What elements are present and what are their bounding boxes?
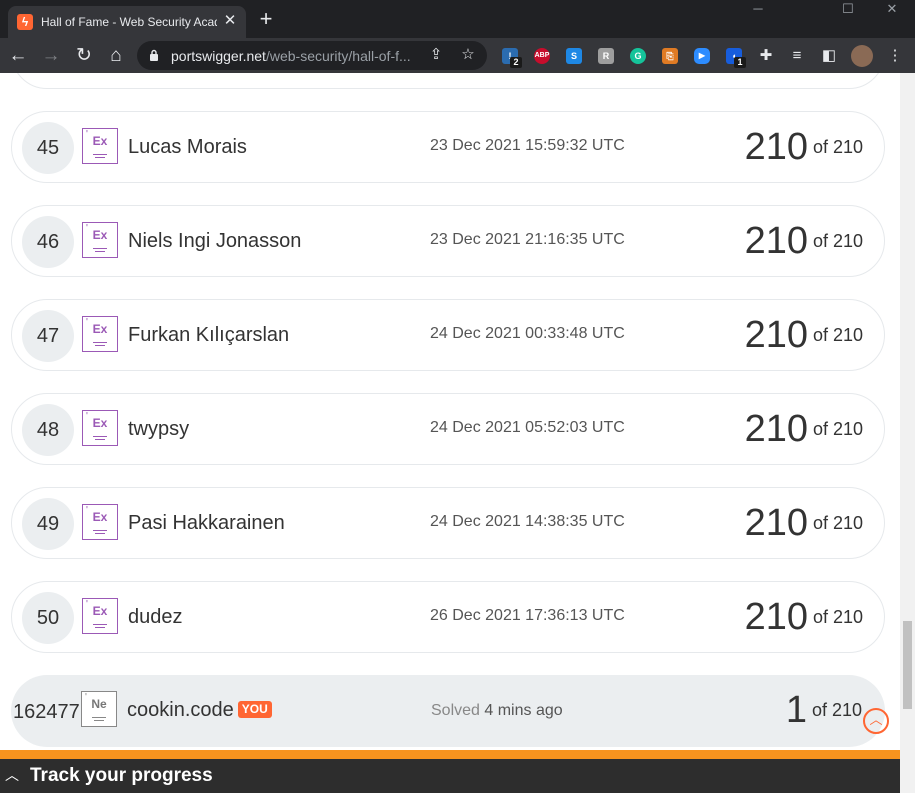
share-icon[interactable]: ⇪ xyxy=(427,46,445,64)
portswigger-logo-icon: ϟ xyxy=(17,14,33,30)
rank-number: 45 xyxy=(22,122,74,174)
menu-kebab-icon[interactable]: ⋮ xyxy=(886,47,904,65)
user-name[interactable]: dudez xyxy=(128,605,183,629)
score-value: 210 xyxy=(744,596,808,638)
track-progress-panel[interactable]: ︿ Track your progress xyxy=(0,750,900,793)
home-icon[interactable]: ⌂ xyxy=(104,44,128,68)
address-bar[interactable]: portswigger.net/web-security/hall-of-f..… xyxy=(137,41,487,70)
side-panel-icon[interactable]: ◧ xyxy=(820,47,838,65)
completion-date: 24 Dec 2021 14:38:35 UTC xyxy=(430,513,625,530)
minimize-button[interactable]: ─ xyxy=(735,0,781,20)
user-name[interactable]: Furkan Kılıçarslan xyxy=(128,323,289,347)
close-tab-icon[interactable]: ✕ xyxy=(222,13,238,29)
rank-number: 48 xyxy=(22,404,74,456)
maximize-button[interactable]: ☐ xyxy=(825,0,871,20)
rank-number: 47 xyxy=(22,310,74,362)
score-value: 210 xyxy=(744,126,808,168)
current-user-rank: 162477 xyxy=(13,701,80,723)
bookmark-star-icon[interactable]: ☆ xyxy=(459,46,477,64)
expert-badge-icon: ' Ex xyxy=(82,222,118,258)
score-total: of 210 xyxy=(813,419,864,439)
adblock-plus-icon[interactable]: ABP xyxy=(534,48,550,64)
new-tab-button[interactable]: + xyxy=(256,8,276,30)
score-total: of 210 xyxy=(813,137,864,157)
track-progress-label[interactable]: Track your progress xyxy=(30,765,213,787)
page-scrollbar[interactable] xyxy=(900,73,915,793)
user-name[interactable]: Lucas Morais xyxy=(128,135,247,159)
current-user-score-total: of 210 xyxy=(812,700,863,720)
leaderboard-row: 47 ' Ex Furkan Kılıçarslan 24 Dec 2021 00… xyxy=(11,299,885,371)
expert-badge-icon: ' Ex xyxy=(82,410,118,446)
score-value: 210 xyxy=(744,220,808,262)
back-arrow-icon[interactable]: ← xyxy=(6,44,30,68)
browser-toolbar: ← → ↻ ⌂ portswigger.net/web-security/hal… xyxy=(0,38,915,73)
completion-date: 23 Dec 2021 15:59:32 UTC xyxy=(430,137,625,154)
scroll-to-top-chevron-icon[interactable]: ︿ xyxy=(863,708,889,734)
leaderboard-row: 46 ' Ex Niels Ingi Jonasson 23 Dec 2021 2… xyxy=(11,205,885,277)
score-total: of 210 xyxy=(813,607,864,627)
score-total: of 210 xyxy=(813,231,864,251)
expert-badge-icon: ' Ex xyxy=(82,316,118,352)
completion-date: 24 Dec 2021 00:33:48 UTC xyxy=(430,325,625,342)
score-value: 210 xyxy=(744,408,808,450)
newbie-badge-icon: ' Ne xyxy=(81,691,117,727)
expert-badge-icon: ' Ex xyxy=(82,504,118,540)
lock-icon xyxy=(150,49,158,61)
completion-date: 26 Dec 2021 17:36:13 UTC xyxy=(430,607,625,624)
user-name[interactable]: Niels Ingi Jonasson xyxy=(128,229,301,253)
bitwarden-icon[interactable]: ◖ 1 xyxy=(726,48,746,68)
user-name[interactable]: Pasi Hakkarainen xyxy=(128,511,285,535)
expert-badge-icon: ' Ex xyxy=(82,128,118,164)
chevron-up-icon[interactable]: ︿ xyxy=(5,767,21,783)
tab-strip: ϟ Hall of Fame - Web Security Academy ✕ … xyxy=(0,0,915,38)
page-viewport: 45 ' Ex Lucas Morais 23 Dec 2021 15:59:32… xyxy=(0,73,900,793)
solved-status: Solved 4 mins ago xyxy=(431,702,563,719)
tab-title: Hall of Fame - Web Security Academy xyxy=(41,15,217,29)
close-window-button[interactable]: ✕ xyxy=(869,0,915,20)
completion-date: 24 Dec 2021 05:52:03 UTC xyxy=(430,419,625,436)
current-user-name[interactable]: cookin.code xyxy=(127,699,234,721)
scrollbar-thumb[interactable] xyxy=(903,621,912,709)
extension-s-icon[interactable]: S xyxy=(566,48,582,64)
score-total: of 210 xyxy=(813,513,864,533)
current-user-name-cell: cookin.code YOU xyxy=(127,698,272,722)
rank-number: 50 xyxy=(22,592,74,644)
extension-r-icon[interactable]: R xyxy=(598,48,614,64)
expert-badge-icon: ' Ex xyxy=(82,598,118,634)
leaderboard-row: 45 ' Ex Lucas Morais 23 Dec 2021 15:59:32… xyxy=(11,111,885,183)
zoom-icon[interactable]: ▶ xyxy=(694,48,710,64)
current-user-row: 162477 ' Ne cookin.code YOU Solved 4 mins … xyxy=(11,675,889,747)
browser-tab[interactable]: ϟ Hall of Fame - Web Security Academy ✕ xyxy=(8,6,246,38)
previous-row-edge xyxy=(11,73,885,89)
extension-1-icon[interactable]: ! 2 xyxy=(502,48,522,68)
extensions-puzzle-icon[interactable]: ✚ xyxy=(757,47,775,65)
media-queue-icon[interactable]: ≡ xyxy=(788,47,806,65)
leaderboard-row: 50 ' Ex dudez 26 Dec 2021 17:36:13 UTC 21… xyxy=(11,581,885,653)
leaderboard-row: 49 ' Ex Pasi Hakkarainen 24 Dec 2021 14:3… xyxy=(11,487,885,559)
url-text: portswigger.net/web-security/hall-of-f..… xyxy=(171,48,411,64)
profile-avatar[interactable] xyxy=(851,45,873,67)
forward-arrow-icon[interactable]: → xyxy=(39,44,63,68)
grammarly-icon[interactable]: G xyxy=(630,48,646,64)
rank-number: 46 xyxy=(22,216,74,268)
you-badge: YOU xyxy=(237,701,272,718)
completion-date: 23 Dec 2021 21:16:35 UTC xyxy=(430,231,625,248)
extension-orange-icon[interactable]: ⎘ xyxy=(662,48,678,64)
score-value: 210 xyxy=(744,502,808,544)
user-name[interactable]: twypsy xyxy=(128,417,189,441)
leaderboard-row: 48 ' Ex twypsy 24 Dec 2021 05:52:03 UTC 2… xyxy=(11,393,885,465)
score-total: of 210 xyxy=(813,325,864,345)
current-user-score: 1 xyxy=(785,689,807,731)
rank-number: 49 xyxy=(22,498,74,550)
score-value: 210 xyxy=(744,314,808,356)
reload-icon[interactable]: ↻ xyxy=(72,44,96,68)
